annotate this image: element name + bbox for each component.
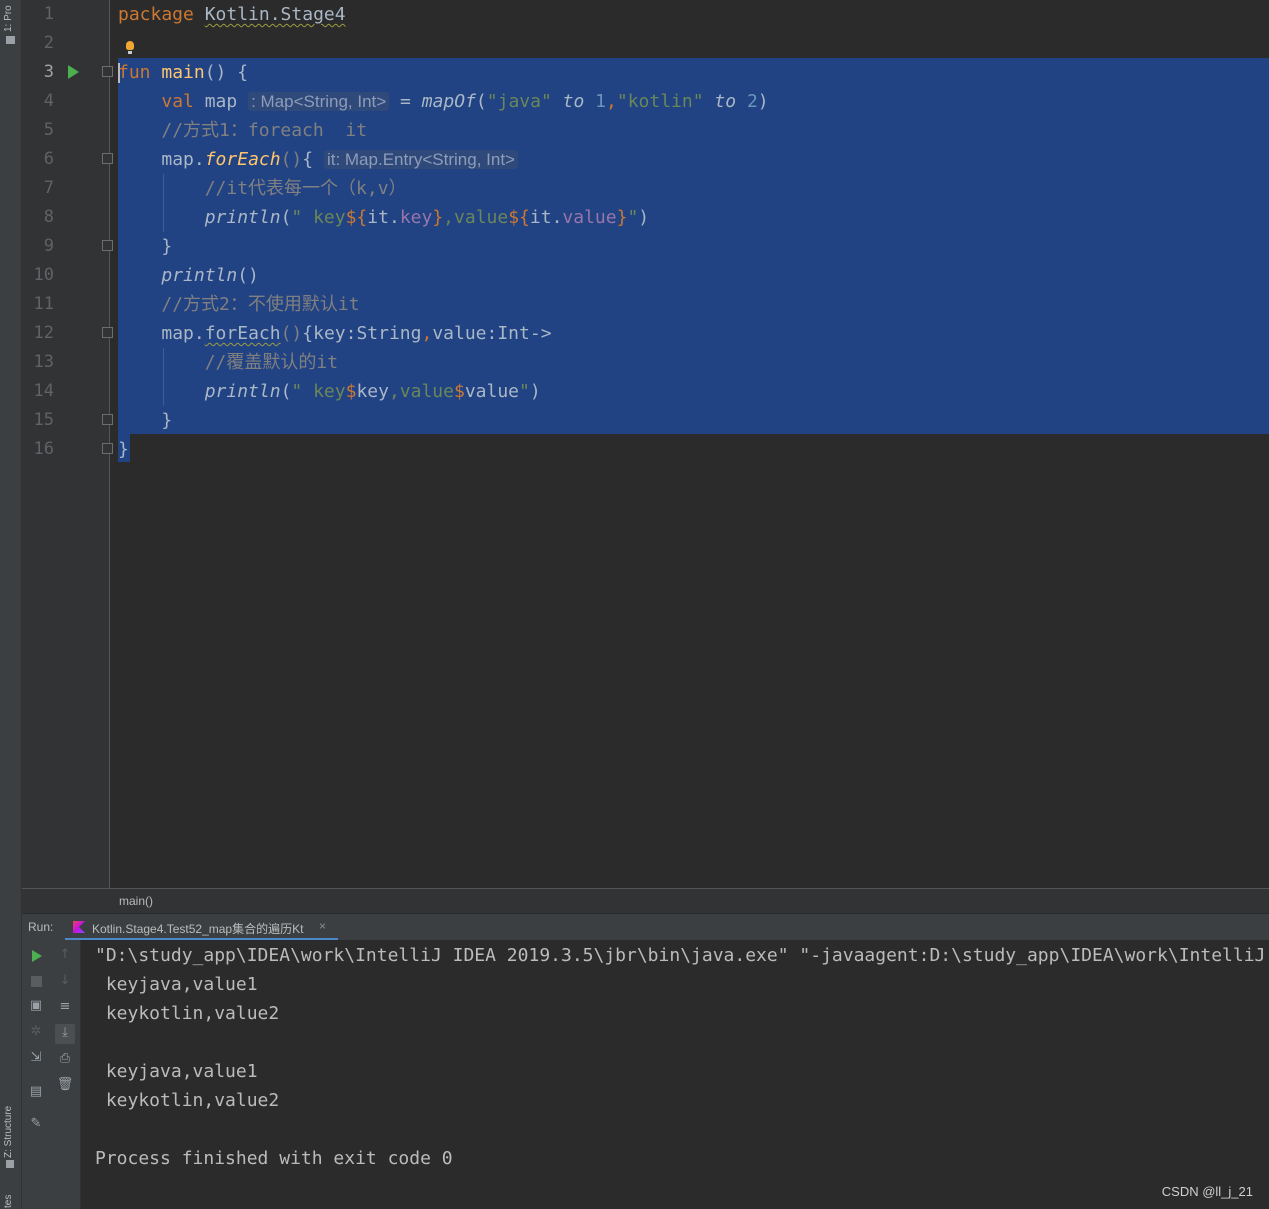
package-name: Kotlin.Stage4 bbox=[204, 4, 346, 25]
line-number: 6 bbox=[43, 149, 54, 169]
line-number: 12 bbox=[33, 323, 54, 343]
console-line: keyjava,value1 bbox=[95, 974, 258, 995]
pin-icon[interactable]: ✎ bbox=[27, 1115, 45, 1133]
structure-icon[interactable] bbox=[6, 1160, 14, 1168]
fold-marker-icon[interactable] bbox=[102, 66, 113, 77]
line-number: 14 bbox=[33, 381, 54, 401]
code-line-9: } bbox=[161, 236, 173, 257]
line-number: 16 bbox=[33, 439, 54, 459]
up-arrow-icon[interactable]: ↑ bbox=[56, 946, 74, 964]
code-line-1: package Kotlin.Stage4 bbox=[118, 4, 346, 25]
project-folder-icon[interactable] bbox=[6, 36, 15, 44]
project-tool-tab[interactable]: 1: Pro bbox=[3, 5, 14, 32]
soft-wrap-icon[interactable]: ≡ bbox=[56, 998, 74, 1016]
line-number: 7 bbox=[43, 178, 54, 198]
debug-settings-icon[interactable]: ✲ bbox=[27, 1023, 45, 1041]
console-line: keykotlin,value2 bbox=[95, 1090, 280, 1111]
line-number: 2 bbox=[43, 33, 54, 53]
fold-marker-icon[interactable] bbox=[102, 327, 113, 338]
left-tool-strip: 1: Pro Z: Structure tes bbox=[0, 0, 22, 1209]
scroll-to-end-icon[interactable]: ⤓ bbox=[55, 1024, 75, 1044]
run-label: Run: bbox=[28, 920, 54, 934]
watermark: CSDN @ll_j_21 bbox=[1161, 1184, 1253, 1199]
console-line: keyjava,value1 bbox=[95, 1061, 258, 1082]
code-line-10: println() bbox=[161, 265, 259, 286]
line-number: 8 bbox=[43, 207, 54, 227]
run-tab[interactable]: Kotlin.Stage4.Test52_map集合的遍历Kt × bbox=[65, 914, 338, 941]
code-line-3: fun main() { bbox=[118, 62, 249, 83]
line-number: 15 bbox=[33, 410, 54, 430]
kotlin-icon bbox=[73, 921, 85, 933]
run-tab-title: Kotlin.Stage4.Test52_map集合的遍历Kt bbox=[92, 922, 304, 936]
line-number: 5 bbox=[43, 120, 54, 140]
print-icon[interactable]: ⎙ bbox=[56, 1050, 74, 1068]
code-line-15: } bbox=[161, 410, 173, 431]
down-arrow-icon[interactable]: ↓ bbox=[56, 972, 74, 990]
code-line-6: map.forEach(){ it: Map.Entry<String, Int… bbox=[118, 145, 518, 174]
line-number: 13 bbox=[33, 352, 54, 372]
breadcrumb: main() bbox=[22, 888, 1269, 913]
lightbulb-icon[interactable] bbox=[126, 41, 134, 50]
code-line-4: val map : Map<String, Int> = mapOf("java… bbox=[161, 91, 769, 112]
trash-icon[interactable]: 🗑 bbox=[56, 1076, 74, 1094]
code-line-14: println(" key$key,value$value") bbox=[204, 381, 541, 402]
breadcrumb-item[interactable]: main() bbox=[119, 894, 153, 908]
stop-icon[interactable] bbox=[31, 976, 42, 987]
run-toolbar: ▣ ✲ ⇲ ▤ ✎ ↑ ↓ ≡ ⤓ ⎙ 🗑 bbox=[22, 940, 81, 1209]
structure-tool-tab[interactable]: Z: Structure bbox=[3, 1106, 14, 1158]
run-gutter-icon[interactable] bbox=[68, 65, 79, 79]
code-line-12: map.forEach(){key:String,value:Int-> bbox=[161, 323, 552, 344]
camera-icon[interactable]: ▣ bbox=[27, 997, 45, 1015]
lambda-param-hint: it: Map.Entry<String, Int> bbox=[323, 150, 518, 169]
close-icon[interactable]: × bbox=[319, 919, 326, 933]
fold-marker-icon[interactable] bbox=[102, 414, 113, 425]
line-number: 3 bbox=[43, 62, 54, 82]
code-editor[interactable]: 1 2 3 4 5 6 7 8 9 10 11 12 13 14 15 16 p… bbox=[22, 0, 1269, 888]
lightbulb-base bbox=[128, 51, 132, 54]
fold-marker-icon[interactable] bbox=[102, 443, 113, 454]
run-panel-header: Run: Kotlin.Stage4.Test52_map集合的遍历Kt × bbox=[22, 913, 1269, 941]
code-line-13: //覆盖默认的it bbox=[204, 352, 339, 373]
type-hint: : Map<String, Int> bbox=[248, 92, 390, 111]
exit-icon[interactable]: ⇲ bbox=[27, 1049, 45, 1067]
console-line: "D:\study_app\IDEA\work\IntelliJ IDEA 20… bbox=[95, 945, 1266, 966]
line-number: 4 bbox=[43, 91, 54, 111]
line-number: 10 bbox=[33, 265, 54, 285]
code-line-5: //方式1：foreach it bbox=[161, 120, 368, 141]
fold-marker-icon[interactable] bbox=[102, 153, 113, 164]
favorites-tool-tab[interactable]: tes bbox=[3, 1195, 14, 1208]
rerun-icon[interactable] bbox=[32, 950, 42, 962]
console-output[interactable]: "D:\study_app\IDEA\work\IntelliJ IDEA 20… bbox=[81, 940, 1269, 1209]
layout-icon[interactable]: ▤ bbox=[27, 1083, 45, 1101]
editor-gutter: 1 2 3 4 5 6 7 8 9 10 11 12 13 14 15 16 bbox=[22, 0, 134, 888]
fold-marker-icon[interactable] bbox=[102, 240, 113, 251]
line-number: 11 bbox=[33, 294, 54, 314]
code-line-11: //方式2：不使用默认it bbox=[161, 294, 360, 315]
code-line-8: println(" key${it.key},value${it.value}"… bbox=[204, 207, 650, 228]
console-line: keykotlin,value2 bbox=[95, 1003, 280, 1024]
code-line-16: } bbox=[118, 439, 129, 460]
line-number: 9 bbox=[43, 236, 54, 256]
console-line: Process finished with exit code 0 bbox=[95, 1148, 453, 1169]
code-line-7: //it代表每一个（k,v） bbox=[204, 178, 407, 199]
line-number: 1 bbox=[43, 4, 54, 24]
